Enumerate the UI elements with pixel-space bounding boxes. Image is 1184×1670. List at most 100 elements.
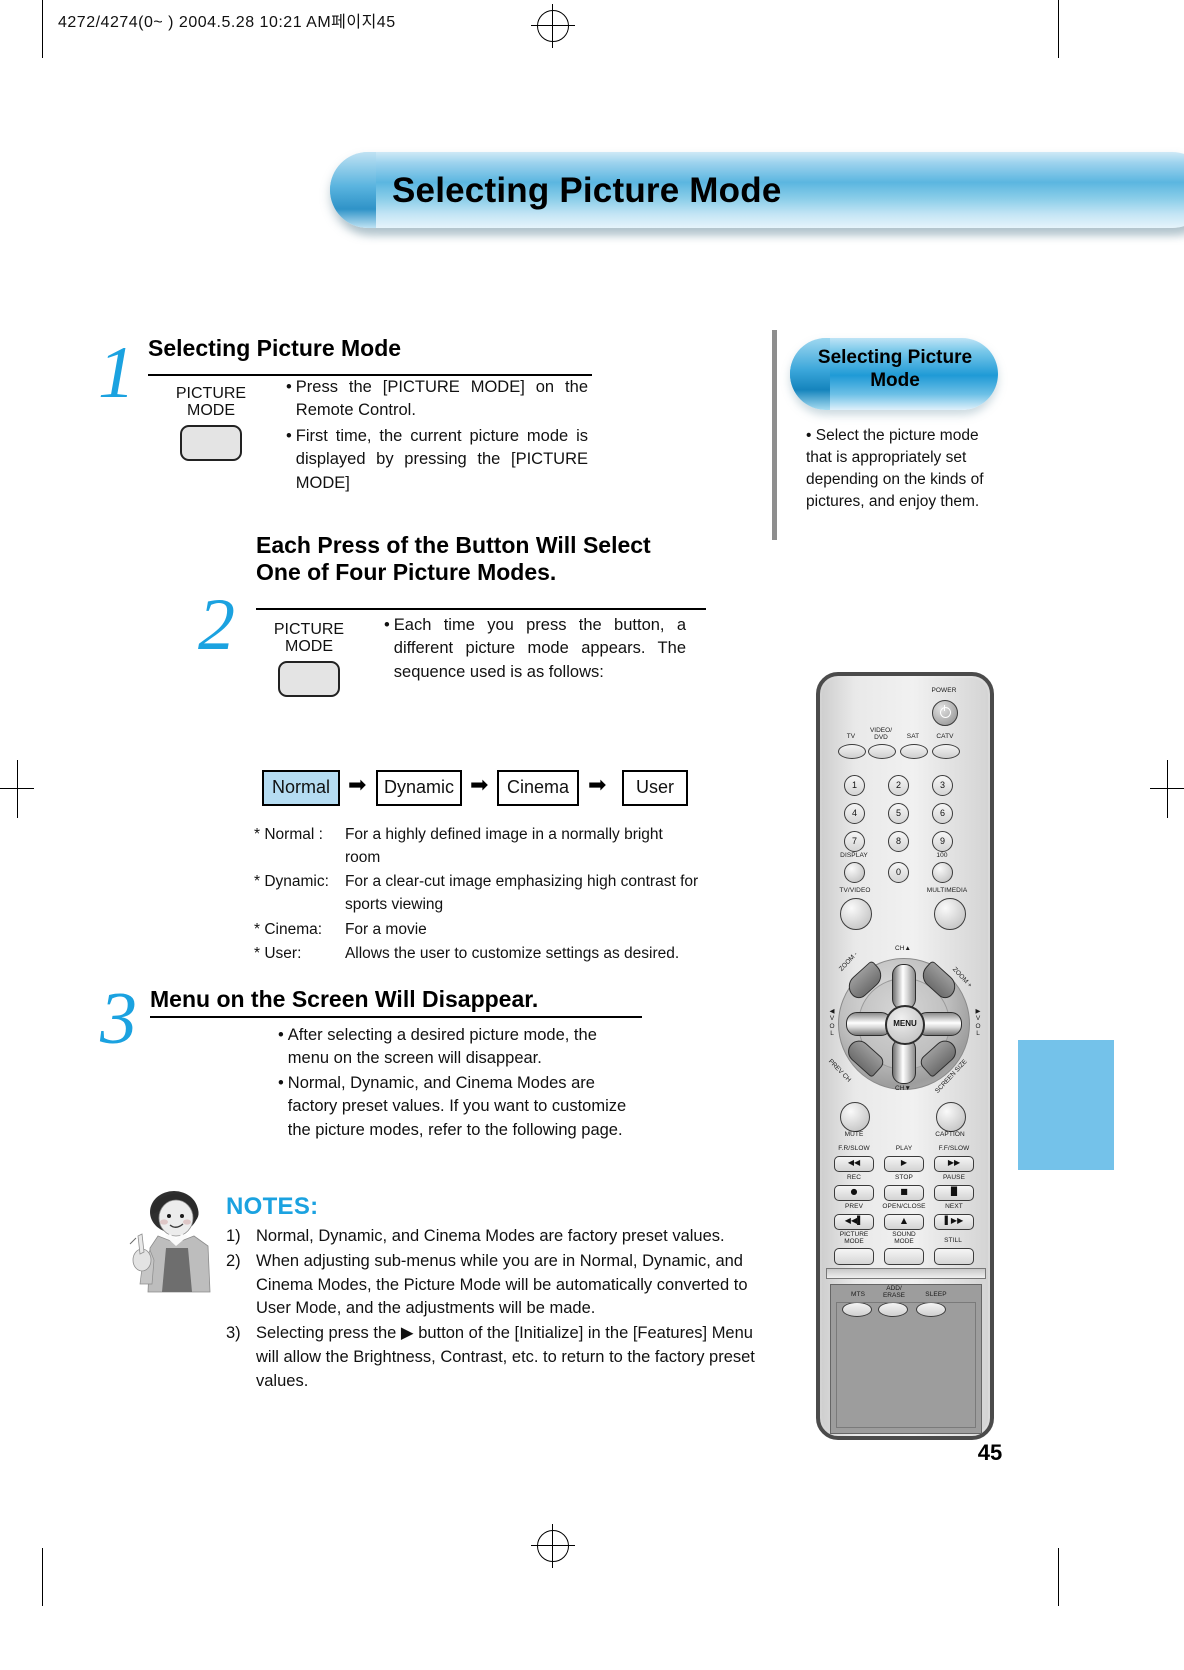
remote-still-button[interactable] xyxy=(934,1248,974,1265)
crop-mark-top-left-v xyxy=(42,0,43,58)
step-2-key-button[interactable] xyxy=(278,660,340,697)
step-1-key-label-line1: PICTURE xyxy=(175,385,247,402)
note-text-1: Normal, Dynamic, and Cinema Modes are fa… xyxy=(256,1227,725,1245)
remote-num-0[interactable]: 0 xyxy=(888,862,909,883)
remote-num-7[interactable]: 7 xyxy=(844,831,865,852)
crop-mark-top-right-v xyxy=(1058,0,1059,58)
step-1-key-button[interactable] xyxy=(180,424,242,461)
remote-display-button[interactable] xyxy=(844,862,865,883)
sidebar-title-line2: Mode xyxy=(870,370,920,392)
crop-mark-bottom-right-v xyxy=(1058,1548,1059,1606)
remote-video-dvd-label-l2: DVD xyxy=(874,733,888,741)
remote-fr-slow-button[interactable]: ◀◀ xyxy=(834,1156,874,1172)
remote-num-5[interactable]: 5 xyxy=(888,803,909,824)
step-2-number: 2 xyxy=(198,584,235,666)
remote-next-label: NEXT xyxy=(945,1203,963,1210)
step-2-bullet-1-text: Each time you press the button, a differ… xyxy=(393,616,686,681)
remote-picture-mode-label-l2: MODE xyxy=(844,1237,864,1245)
sequence-arrow-icon-3: ➡ xyxy=(588,773,607,798)
note-index-3: 3) xyxy=(226,1324,241,1342)
remote-num-3[interactable]: 3 xyxy=(932,775,953,796)
remote-ch-up-label: CH▲ xyxy=(894,945,912,952)
step-1-bullet-2: • First time, the current picture mode i… xyxy=(286,425,588,495)
remote-sound-mode-button[interactable] xyxy=(884,1248,924,1265)
remote-next-button[interactable]: ▌▶▶ xyxy=(934,1214,974,1230)
remote-mute-button[interactable] xyxy=(840,1102,870,1132)
bullet-dot-icon: • xyxy=(286,426,292,445)
mode-desc-text-dynamic: For a clear-cut image emphasizing high c… xyxy=(344,873,699,913)
remote-pause-button[interactable]: ▐▌ xyxy=(934,1185,974,1201)
remote-num-2[interactable]: 2 xyxy=(888,775,909,796)
remote-num-6[interactable]: 6 xyxy=(932,803,953,824)
bullet-dot-icon: • xyxy=(286,378,292,396)
remote-play-button[interactable]: ▶ xyxy=(884,1156,924,1172)
notes-list: 1) Normal, Dynamic, and Cinema Modes are… xyxy=(226,1225,756,1394)
mode-description-row: * Dynamic: For a clear-cut image emphasi… xyxy=(254,871,700,916)
step-3-bullet-1: • After selecting a desired picture mode… xyxy=(278,1024,638,1071)
remote-num-9[interactable]: 9 xyxy=(932,831,953,852)
step-2-bullets: • Each time you press the button, a diff… xyxy=(384,614,686,684)
page-edge-tab xyxy=(1018,1040,1114,1170)
remote-menu-button[interactable]: MENU xyxy=(885,1005,925,1045)
step-3-title: Menu on the Screen Will Disappear. xyxy=(150,986,539,1012)
remote-tv-label: TV xyxy=(846,733,856,740)
step-3-bullets: • After selecting a desired picture mode… xyxy=(278,1024,638,1142)
remote-sound-mode-label: SOUND MODE xyxy=(880,1231,928,1246)
remote-vol-left-label: ◀ V O L xyxy=(829,1008,835,1038)
remote-rec-button[interactable]: ● xyxy=(834,1185,874,1201)
mode-desc-text-user: Allows the user to customize settings as… xyxy=(344,945,680,963)
step-1-key-label-line2: MODE xyxy=(187,401,235,419)
crop-mark-right-v xyxy=(1167,760,1168,818)
note-item: 2) When adjusting sub-menus while you ar… xyxy=(226,1250,756,1321)
crop-mark-left-v xyxy=(17,760,18,818)
remote-pause-label: PAUSE xyxy=(942,1174,966,1181)
remote-prev-button[interactable]: ◀◀▌ xyxy=(834,1214,874,1230)
step-2-picture-mode-key: PICTURE MODE xyxy=(266,621,352,697)
remote-rec-label: REC xyxy=(846,1174,862,1181)
mode-box-dynamic[interactable]: Dynamic xyxy=(376,770,462,806)
crop-mark-bottom-left-v xyxy=(42,1548,43,1606)
remote-sleep-label: SLEEP xyxy=(925,1291,947,1298)
remote-catv-button[interactable] xyxy=(932,744,960,759)
print-header-text: 4272/4274(0~ ) 2004.5.28 10:21 AM페이지45 xyxy=(58,14,396,31)
remote-vol-right-label: ▶ V O L xyxy=(975,1008,981,1038)
remote-video-dvd-button[interactable] xyxy=(868,744,896,759)
remote-multimedia-button[interactable] xyxy=(934,898,966,930)
registration-mark-bottom xyxy=(531,1524,575,1568)
remote-100-button[interactable] xyxy=(932,862,953,883)
remote-ch-up-button[interactable] xyxy=(892,964,916,1010)
step-2-key-label-line1: PICTURE xyxy=(273,621,345,638)
remote-caption-button[interactable] xyxy=(936,1102,966,1132)
remote-stop-button[interactable]: ■ xyxy=(884,1185,924,1201)
remote-ff-slow-button[interactable]: ▶▶ xyxy=(934,1156,974,1172)
title-banner-cap xyxy=(330,152,376,228)
remote-tv-video-button[interactable] xyxy=(840,898,872,930)
remote-num-1[interactable]: 1 xyxy=(844,775,865,796)
remote-fr-slow-label: F.R/SLOW xyxy=(838,1145,870,1152)
remote-open-close-label: OPEN/CLOSE xyxy=(882,1203,926,1210)
mode-box-cinema[interactable]: Cinema xyxy=(497,770,579,806)
remote-picture-mode-button[interactable] xyxy=(834,1248,874,1265)
remote-sat-label: SAT xyxy=(906,733,920,740)
bullet-dot-icon: • xyxy=(278,1026,284,1044)
remote-caption-label: CAPTION xyxy=(935,1131,965,1138)
mode-box-normal[interactable]: Normal xyxy=(262,770,340,806)
remote-sat-button[interactable] xyxy=(900,744,928,759)
remote-open-close-button[interactable]: ▲ xyxy=(884,1214,924,1230)
remote-play-label: PLAY xyxy=(895,1145,913,1152)
mode-description-row: * User: Allows the user to customize set… xyxy=(254,943,700,966)
page-number: 45 xyxy=(977,1440,1003,1465)
step-1-bullet-2-text: First time, the current picture mode is … xyxy=(295,426,588,492)
remote-mute-label: MUTE xyxy=(844,1131,864,1138)
remote-control-illustration: POWER TV VIDEO/ DVD SAT CATV 1 2 3 4 5 6… xyxy=(816,672,994,1440)
remote-multimedia-label: MULTIMEDIA xyxy=(926,887,968,894)
mode-box-user[interactable]: User xyxy=(622,770,688,806)
remote-catv-label: CATV xyxy=(936,733,954,740)
sidebar-title-line1: Selecting Picture xyxy=(817,347,973,368)
remote-num-8[interactable]: 8 xyxy=(888,831,909,852)
note-text-3: Selecting press the ▶ button of the [Ini… xyxy=(256,1324,755,1390)
remote-num-4[interactable]: 4 xyxy=(844,803,865,824)
remote-picture-mode-label: PICTURE MODE xyxy=(830,1231,878,1246)
remote-tv-button[interactable] xyxy=(838,744,866,759)
step-2-title-line1: Each Press of the Button Will Select xyxy=(256,532,651,558)
